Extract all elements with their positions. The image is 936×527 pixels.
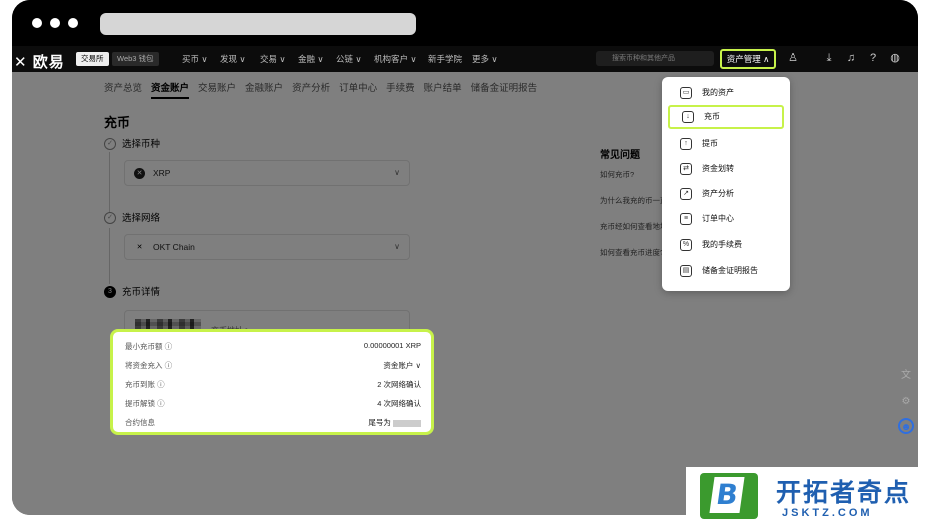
browser-window: ✕ 欧易 交易所 Web3 钱包 买币 ∨ 发现 ∨ 交易 ∨ 金融 ∨ 公链 … [12, 0, 918, 515]
watermark-logo: B [700, 473, 758, 519]
menu-academy[interactable]: 新手学院 [428, 53, 462, 65]
dd-label: 订单中心 [702, 214, 734, 223]
okx-logo[interactable]: ✕ 欧易 [14, 51, 65, 72]
contract-blurred [393, 419, 421, 427]
top-navbar: ✕ 欧易 交易所 Web3 钱包 买币 ∨ 发现 ∨ 交易 ∨ 金融 ∨ 公链 … [12, 46, 918, 72]
help-icon[interactable]: ? [866, 51, 880, 65]
withdraw-icon: ↑ [680, 138, 692, 150]
window-dot-2[interactable] [50, 18, 60, 28]
translate-icon[interactable]: 文 [898, 368, 914, 384]
dd-my-fees[interactable]: % 我的手续费 [668, 233, 784, 257]
info-value: 4 次网络确认 [377, 399, 421, 408]
fee-icon: % [680, 239, 692, 251]
order-icon: ≡ [680, 213, 692, 225]
dd-reserve-report[interactable]: ▤ 储备金证明报告 [668, 259, 784, 283]
dd-asset-analysis[interactable]: ↗ 资产分析 [668, 182, 784, 206]
dd-my-assets[interactable]: ▭ 我的资产 [668, 81, 784, 105]
account-select[interactable]: 资金账户 ∨ [383, 360, 421, 371]
exchange-pill[interactable]: 交易所 [76, 52, 109, 66]
dd-order-center[interactable]: ≡ 订单中心 [668, 207, 784, 231]
menu-more[interactable]: 更多 ∨ [472, 53, 498, 65]
dd-label: 提币 [702, 139, 718, 148]
info-value: 尾号为 [368, 417, 421, 428]
watermark: B 开拓者奇点 JSKTZ.COM [686, 467, 936, 527]
watermark-title: 开拓者奇点 [776, 479, 912, 507]
info-value: 2 次网络确认 [377, 380, 421, 389]
menu-chain[interactable]: 公链 ∨ [336, 53, 362, 65]
search-input[interactable]: 搜索币种和其他产品 [596, 51, 714, 66]
dd-transfer[interactable]: ⇄ 资金划转 [668, 157, 784, 181]
deposit-icon: ↓ [682, 111, 694, 123]
support-chat-icon[interactable]: ☻ [898, 418, 914, 434]
info-label: 合约信息 [125, 418, 155, 427]
settings-icon[interactable]: ⚙ [898, 394, 914, 410]
wallet-icon: ▭ [680, 87, 692, 99]
transfer-icon: ⇄ [680, 163, 692, 175]
dd-label: 充币 [704, 112, 720, 121]
watermark-url: JSKTZ.COM [782, 507, 873, 519]
window-dot-3[interactable] [68, 18, 78, 28]
analysis-icon: ↗ [680, 188, 692, 200]
dd-label: 储备金证明报告 [702, 266, 758, 275]
deposit-info-panel: 最小充币额 ⓘ 0.00000001 XRP 将资金充入 ⓘ 资金账户 ∨ 充币到账… [110, 329, 434, 435]
info-value: 0.00000001 XRP [363, 341, 421, 350]
dd-label: 资产分析 [702, 189, 734, 198]
info-label: 充币到账 ⓘ [125, 380, 165, 389]
download-icon[interactable]: ⤓ [822, 51, 836, 65]
asset-management-button[interactable]: 资产管理 ∧ [720, 49, 776, 69]
menu-buy[interactable]: 买币 ∨ [182, 53, 208, 65]
info-label: 最小充币额 ⓘ [125, 342, 173, 351]
window-dot-1[interactable] [32, 18, 42, 28]
menu-trade[interactable]: 交易 ∨ [260, 53, 286, 65]
logo-text: 欧易 [32, 54, 65, 71]
dd-deposit[interactable]: ↓ 充币 [668, 105, 784, 129]
dd-label: 资金划转 [702, 164, 734, 173]
dd-label: 我的资产 [702, 88, 734, 97]
asset-management-dropdown: ▭ 我的资产 ↓ 充币 ↑ 提币 ⇄ 资金划转 ↗ 资产分析 ≡ 订单中心 % 我的手续费 ▤… [662, 77, 790, 291]
watermark-letter: B [709, 477, 745, 513]
report-icon: ▤ [680, 265, 692, 277]
info-label: 提币解锁 ⓘ [125, 399, 165, 408]
dd-withdraw[interactable]: ↑ 提币 [668, 132, 784, 156]
bell-icon[interactable]: ♫ [844, 51, 858, 65]
menu-finance[interactable]: 金融 ∨ [298, 53, 324, 65]
address-bar[interactable] [100, 13, 416, 35]
contract-suffix-label: 尾号为 [368, 418, 391, 427]
menu-discover[interactable]: 发现 ∨ [220, 53, 246, 65]
browser-chrome [12, 0, 918, 46]
dd-label: 我的手续费 [702, 240, 742, 249]
user-icon[interactable]: ♙ [786, 51, 800, 65]
menu-institution[interactable]: 机构客户 ∨ [374, 53, 417, 65]
web3-wallet-pill[interactable]: Web3 钱包 [112, 52, 159, 66]
globe-icon[interactable]: ◍ [888, 51, 902, 65]
info-label: 将资金充入 ⓘ [125, 361, 173, 370]
